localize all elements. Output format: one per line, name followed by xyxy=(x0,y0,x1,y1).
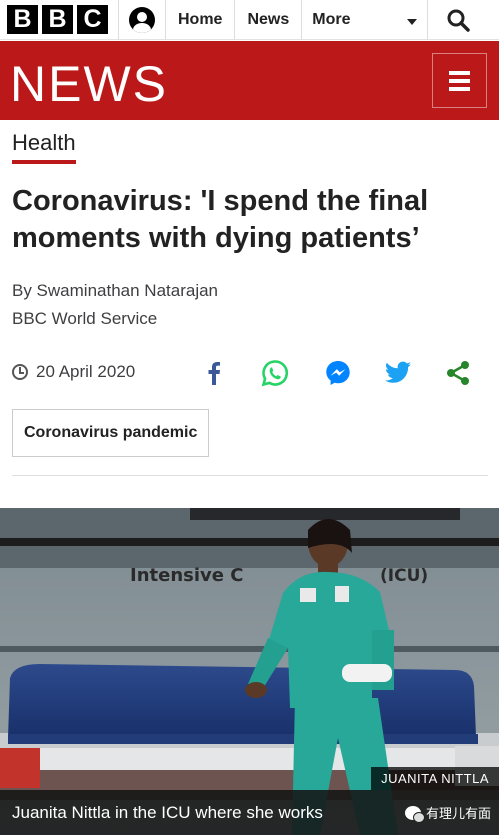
topic-tag-button[interactable]: Coronavirus pandemic xyxy=(12,409,210,457)
nav-more-label: More xyxy=(312,10,351,28)
hamburger-menu-icon-line xyxy=(449,78,470,83)
watermark-text: 有理儿有面 xyxy=(425,807,491,822)
clock-icon xyxy=(12,364,28,380)
account-button[interactable] xyxy=(118,0,166,40)
news-title[interactable]: NEWS xyxy=(10,55,168,113)
menu-button[interactable] xyxy=(432,53,487,108)
facebook-icon xyxy=(208,362,220,385)
wall-sign-text: Intensive C xyxy=(130,565,243,586)
chevron-down-icon xyxy=(407,18,418,25)
messenger-icon xyxy=(326,361,350,385)
hamburger-menu-icon xyxy=(449,70,470,75)
article-date: 20 April 2020 xyxy=(12,362,135,382)
wall-sign-text-end: (ICU) xyxy=(380,566,428,586)
account-icon xyxy=(129,6,155,33)
bbc-logo-letter: C xyxy=(77,5,108,34)
nav-home-link[interactable]: Home xyxy=(166,0,236,40)
hamburger-menu-icon-line xyxy=(449,86,470,91)
share-whatsapp-button[interactable] xyxy=(258,356,292,390)
share-messenger-button[interactable] xyxy=(321,356,355,390)
whatsapp-icon xyxy=(261,360,289,387)
watermark: 有理儿有面 xyxy=(404,803,491,823)
search-button[interactable] xyxy=(428,0,488,40)
wechat-icon xyxy=(404,805,425,823)
share-twitter-button[interactable] xyxy=(381,356,415,390)
share-facebook-button[interactable] xyxy=(197,356,231,390)
bbc-logo-letter: B xyxy=(42,5,73,34)
section-link-health[interactable]: Health xyxy=(12,130,76,164)
search-icon xyxy=(447,9,470,32)
article-headline: Coronavirus: 'I spend the final moments … xyxy=(12,185,429,254)
nav-news-link[interactable]: News xyxy=(235,0,303,40)
divider xyxy=(12,475,488,476)
photo-credit: JUANITA NITTLA xyxy=(371,767,499,790)
bbc-logo[interactable]: B B C xyxy=(7,5,108,34)
byline-author: By Swaminathan Natarajan xyxy=(12,281,219,300)
news-header: NEWS xyxy=(0,41,499,120)
share-icon xyxy=(447,361,469,385)
top-bar: B B C Home News More xyxy=(0,0,499,40)
twitter-icon xyxy=(385,361,411,383)
bbc-logo-letter: B xyxy=(7,5,38,34)
share-more-button[interactable] xyxy=(441,356,475,390)
byline-organisation: BBC World Service xyxy=(12,309,158,328)
article-date-text: 20 April 2020 xyxy=(36,362,136,381)
nav-more-dropdown[interactable]: More xyxy=(302,0,429,40)
